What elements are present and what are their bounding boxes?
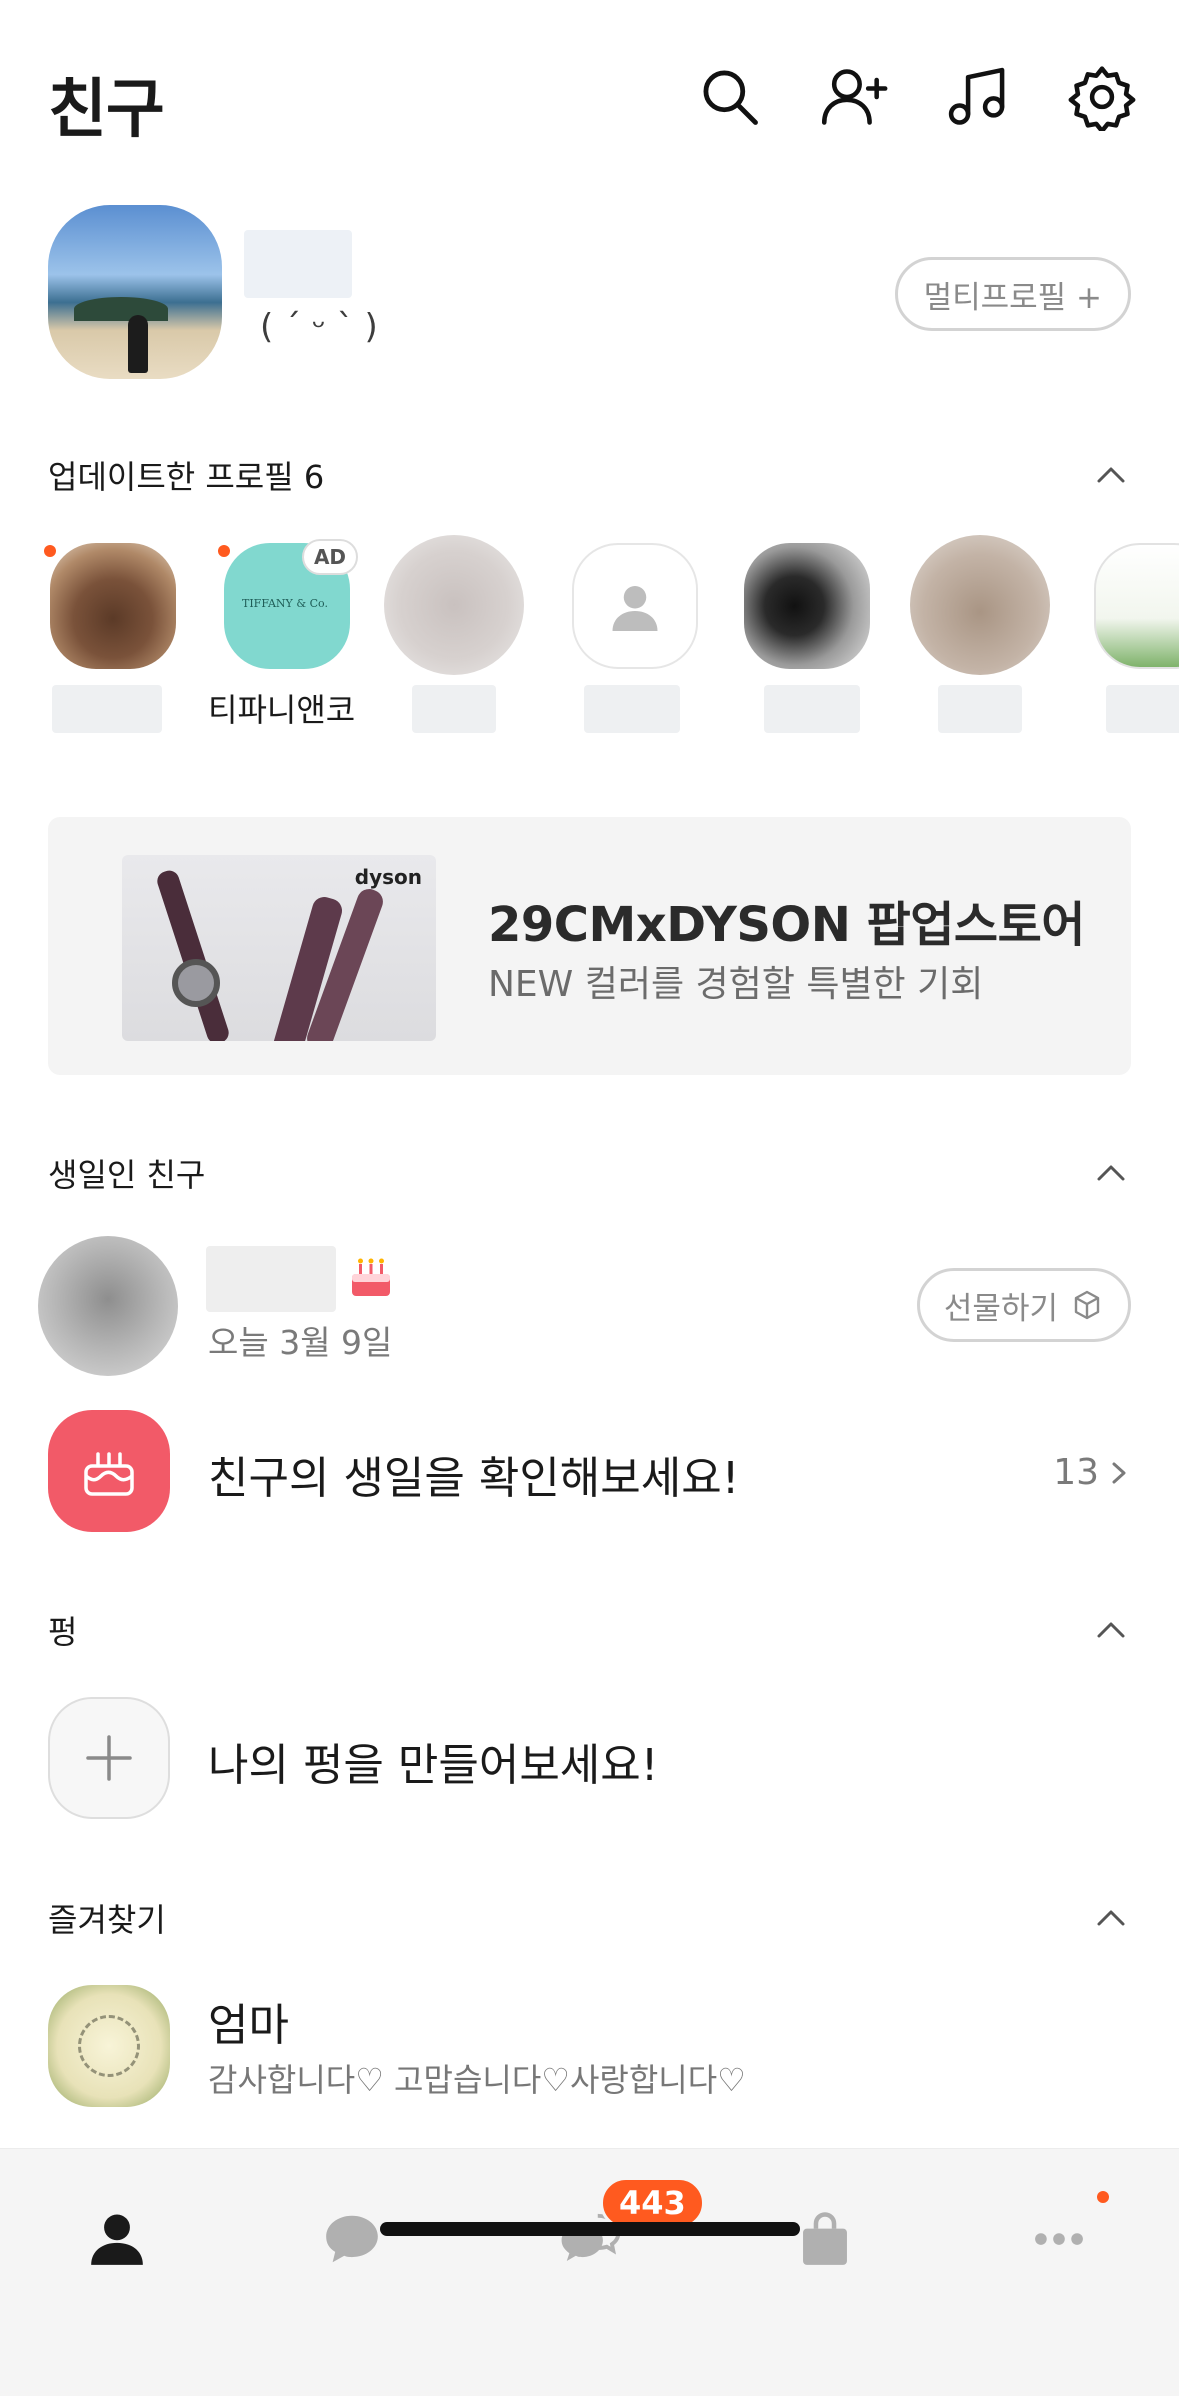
tiffany-logo-text: TIFFANY & Co.: [242, 597, 328, 610]
ad-subtitle: NEW 컬러를 경험할 특별한 기회: [488, 964, 984, 1005]
pung-title: 펑: [48, 1613, 78, 1651]
profile-name-blurred: [52, 685, 162, 733]
gift-label: 선물하기: [943, 1290, 1058, 1327]
favorite-avatar[interactable]: [48, 1985, 170, 2107]
ad-title: 29CMxDYSON 팝업스토어: [488, 897, 1085, 953]
updated-profile-item[interactable]: TIFFANY & Co. AD 티파니앤코: [208, 525, 372, 745]
favorite-name: 엄마: [208, 2000, 289, 2051]
birthday-count-value: 13: [1053, 1452, 1099, 1493]
chevron-right-icon: [1112, 1462, 1126, 1483]
profile-avatar[interactable]: [910, 535, 1050, 675]
ad-image: dyson: [122, 855, 436, 1041]
ad-brand-logo: dyson: [354, 865, 422, 889]
default-avatar[interactable]: [572, 543, 698, 669]
new-dot: [218, 545, 230, 557]
birthday-check-text: 친구의 생일을 확인해보세요!: [208, 1453, 740, 1504]
friend-name-blurred: [206, 1246, 336, 1312]
updated-profile-item[interactable]: [384, 525, 544, 745]
person-icon: [91, 2214, 143, 2265]
music-icon[interactable]: [941, 60, 1015, 134]
birthday-date: 오늘 3월 9일: [208, 1323, 393, 1362]
favorites-header[interactable]: 즐겨찾기: [48, 1888, 1131, 1948]
my-name-blurred: [244, 230, 352, 298]
chevron-up-icon[interactable]: [1091, 455, 1131, 495]
profile-avatar[interactable]: [384, 535, 524, 675]
add-friend-icon[interactable]: [817, 60, 891, 134]
chats-tab[interactable]: [292, 2189, 412, 2289]
person-placeholder-icon: [612, 586, 658, 631]
favorite-status: 감사합니다♡ 고맙습니다♡사랑합니다♡: [208, 2061, 746, 2099]
birthday-header[interactable]: 생일인 친구: [48, 1143, 1131, 1203]
updated-profiles-header[interactable]: 업데이트한 프로필 6: [48, 445, 1131, 505]
chat-bubble-icon: [326, 2215, 378, 2263]
ad-banner[interactable]: dyson 29CMxDYSON 팝업스토어 NEW 컬러를 경험할 특별한 기…: [48, 817, 1131, 1075]
header-actions: [693, 60, 1139, 134]
profile-name-blurred: [938, 685, 1022, 733]
profile-avatar[interactable]: [744, 543, 870, 669]
birthday-check-row[interactable]: 친구의 생일을 확인해보세요! 13: [48, 1410, 1131, 1534]
friend-avatar[interactable]: [38, 1236, 178, 1376]
updated-profile-item[interactable]: [570, 525, 730, 745]
profile-name: 티파니앤코: [208, 691, 356, 729]
birthday-title: 생일인 친구: [48, 1156, 206, 1194]
more-new-dot: [1097, 2191, 1109, 2203]
profile-name-blurred: [412, 685, 496, 733]
favorites-title: 즐겨찾기: [48, 1901, 166, 1939]
favorite-friend-row[interactable]: 엄마 감사합니다♡ 고맙습니다♡사랑합니다♡: [48, 1985, 1131, 2109]
my-avatar[interactable]: [48, 205, 222, 379]
updated-profiles-list[interactable]: TIFFANY & Co. AD 티파니앤코: [0, 525, 1179, 745]
friends-tab[interactable]: [57, 2189, 177, 2289]
create-pung-row[interactable]: 나의 펑을 만들어보세요!: [48, 1697, 1131, 1821]
birthday-count[interactable]: 13: [1053, 1452, 1131, 1493]
ad-badge: AD: [302, 539, 358, 575]
multi-profile-label: 멀티프로필 +: [923, 279, 1102, 316]
updated-profile-item[interactable]: [744, 525, 904, 745]
product-stick-1: [154, 868, 232, 1041]
plus-icon[interactable]: [48, 1697, 170, 1819]
create-pung-text: 나의 펑을 만들어보세요!: [208, 1740, 659, 1791]
header: 친구: [0, 0, 1179, 200]
settings-icon[interactable]: [1065, 60, 1139, 134]
profile-name-blurred: [764, 685, 860, 733]
my-status-message: ( ˊ ᵕ ˋ ): [260, 307, 378, 347]
my-profile[interactable]: ( ˊ ᵕ ˋ ) 멀티프로필 +: [48, 205, 1131, 380]
updated-profile-item[interactable]: [40, 525, 200, 745]
new-dot: [44, 545, 56, 557]
search-icon[interactable]: [693, 60, 767, 134]
more-tab[interactable]: [999, 2189, 1119, 2289]
chevron-up-icon[interactable]: [1091, 1898, 1131, 1938]
profile-name-blurred: [1106, 685, 1179, 733]
updated-profile-item[interactable]: [1092, 525, 1179, 745]
gift-icon: [1074, 1290, 1100, 1320]
pung-header[interactable]: 펑: [48, 1600, 1131, 1660]
chevron-up-icon[interactable]: [1091, 1153, 1131, 1193]
profile-avatar[interactable]: [50, 543, 176, 669]
updated-profile-item[interactable]: [908, 525, 1068, 745]
home-indicator[interactable]: [380, 2222, 800, 2236]
updated-profiles-title: 업데이트한 프로필 6: [48, 458, 325, 496]
profile-name-blurred: [584, 685, 680, 733]
more-dots-icon: [1035, 2233, 1083, 2245]
gift-button[interactable]: 선물하기: [916, 1268, 1131, 1342]
avatar-figure: [128, 315, 148, 373]
birthday-friend-row[interactable]: 오늘 3월 9일 선물하기: [38, 1236, 1131, 1376]
profile-avatar[interactable]: [1094, 543, 1179, 669]
bottom-tab-bar: 443: [0, 2148, 1179, 2396]
multi-profile-button[interactable]: 멀티프로필 +: [894, 257, 1131, 331]
chevron-up-icon[interactable]: [1091, 1610, 1131, 1650]
page-title: 친구: [48, 73, 165, 147]
birthday-cake-icon: [48, 1410, 170, 1532]
shopping-bag-icon: [803, 2212, 847, 2265]
product-nozzle: [172, 959, 220, 1007]
shopping-tab[interactable]: [765, 2189, 885, 2289]
cake-icon: [348, 1254, 394, 1311]
avatar-drawing: [78, 2015, 140, 2077]
avatar-background: [74, 297, 168, 321]
